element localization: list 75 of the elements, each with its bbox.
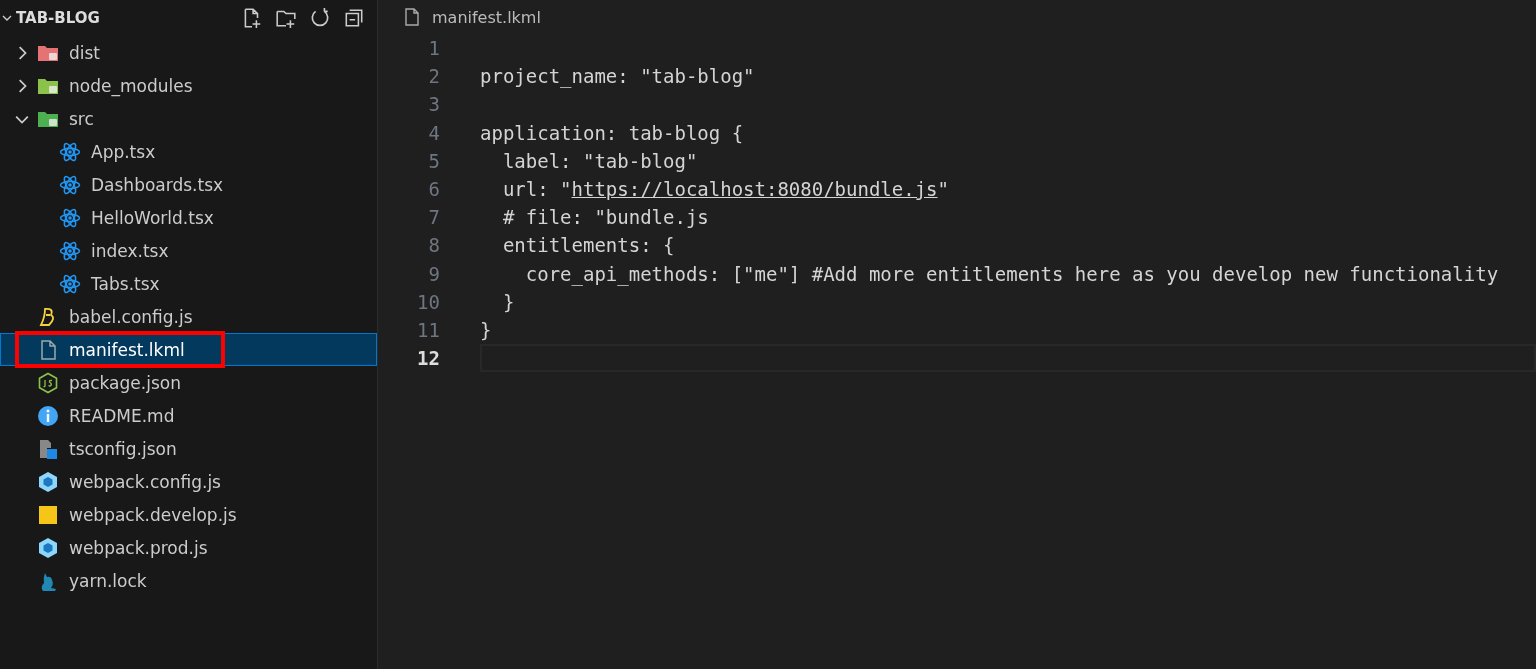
js-icon <box>37 503 59 526</box>
hexagon-icon <box>37 371 59 394</box>
tree-item[interactable]: index.tsx <box>0 234 377 267</box>
tree-item[interactable]: App.tsx <box>0 135 377 168</box>
file-icon <box>404 8 420 26</box>
code-line: project_name: "tab-blog" <box>480 65 755 88</box>
file-name: babel.config.js <box>68 305 194 329</box>
refresh-icon[interactable] <box>309 7 331 29</box>
tree-item[interactable]: src <box>0 102 377 135</box>
code-line: core_api_methods: ["me"] #Add more entitlements here as you develop new functionality <box>524 262 1499 285</box>
file-name: HelloWorld.tsx <box>90 206 215 230</box>
folder-icon <box>37 109 59 128</box>
cube-icon <box>37 536 59 559</box>
config-file-icon <box>37 437 59 460</box>
atom-icon <box>59 272 81 295</box>
atom-icon <box>59 239 81 262</box>
tree-item[interactable]: HelloWorld.tsx <box>0 201 377 234</box>
atom-icon <box>59 173 81 196</box>
info-icon <box>37 404 59 427</box>
cube-icon <box>37 470 59 493</box>
line-number: 9 <box>427 262 440 285</box>
line-number: 2 <box>427 65 440 88</box>
code-line: } <box>480 318 492 341</box>
file-name: webpack.develop.js <box>68 503 238 527</box>
editor-tab[interactable]: manifest.lkml <box>378 7 541 27</box>
project-title: TAB-BLOG <box>16 9 100 27</box>
code-line: } <box>501 290 515 313</box>
atom-icon <box>59 206 81 229</box>
code-line: label: "tab-blog" <box>501 149 698 172</box>
code-line: entitlements: { <box>501 234 675 257</box>
line-number: 3 <box>427 93 440 116</box>
tree-item[interactable]: dist <box>0 36 377 69</box>
tree-item[interactable]: babel.config.js <box>0 300 377 333</box>
tree-item[interactable]: webpack.develop.js <box>0 498 377 531</box>
file-name: Dashboards.tsx <box>90 173 225 197</box>
tree-item[interactable]: manifest.lkml <box>0 333 377 366</box>
tree-item[interactable]: webpack.prod.js <box>0 531 377 564</box>
folder-icon <box>37 76 59 95</box>
file-name: webpack.prod.js <box>68 536 209 560</box>
file-name: index.tsx <box>90 239 170 263</box>
line-number: 12 <box>416 347 440 370</box>
file-name: manifest.lkml <box>68 338 186 362</box>
line-number: 11 <box>416 318 440 341</box>
file-name: package.json <box>68 371 182 395</box>
file-name: src <box>68 107 95 131</box>
line-number: 4 <box>427 121 440 144</box>
atom-icon <box>59 140 81 163</box>
file-name: yarn.lock <box>68 569 148 593</box>
tree-item[interactable]: Dashboards.tsx <box>0 168 377 201</box>
line-number: 6 <box>427 178 440 201</box>
collapse-all-icon[interactable] <box>343 7 365 29</box>
tree-item[interactable]: node_modules <box>0 69 377 102</box>
line-number: 10 <box>416 290 440 313</box>
tree-item[interactable]: yarn.lock <box>0 564 377 597</box>
file-name: Tabs.tsx <box>90 272 161 296</box>
file-name: node_modules <box>68 74 194 98</box>
tree-item[interactable]: webpack.config.js <box>0 465 377 498</box>
file-name: README.md <box>68 404 176 428</box>
line-number: 7 <box>427 206 440 229</box>
line-number: 5 <box>427 149 440 172</box>
code-line: application: tab-blog { <box>480 121 744 144</box>
file-name: App.tsx <box>90 140 157 164</box>
chevron-down-icon[interactable] <box>2 13 12 23</box>
file-name: webpack.config.js <box>68 470 222 494</box>
tree-item[interactable]: README.md <box>0 399 377 432</box>
folder-icon <box>37 43 59 62</box>
file-name: dist <box>68 41 102 65</box>
code-line: # file: "bundle.js <box>501 206 709 229</box>
line-number: 8 <box>427 234 440 257</box>
code-line: url: "https://localhost:8080/bundle.js" <box>501 178 949 201</box>
tree-item[interactable]: Tabs.tsx <box>0 267 377 300</box>
tree-item[interactable]: package.json <box>0 366 377 399</box>
tree-item[interactable]: tsconfig.json <box>0 432 377 465</box>
line-number: 1 <box>427 37 440 60</box>
file-name: tsconfig.json <box>68 437 178 461</box>
